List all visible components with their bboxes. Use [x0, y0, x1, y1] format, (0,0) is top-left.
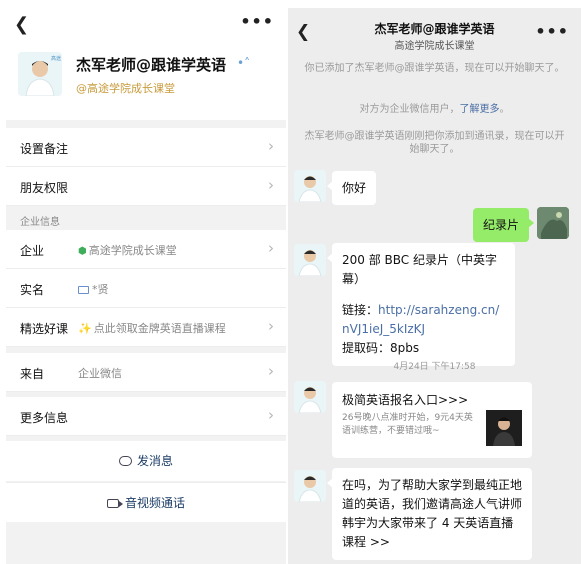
- enterprise-section-title: 企业信息: [20, 217, 60, 228]
- contact-name: 杰军老师@跟谁学英语: [76, 56, 227, 74]
- system-message-contact: 杰军老师@跟谁学英语刚刚把你添加到通讯录，现在可以开始聊天了。: [304, 131, 565, 155]
- friend-permission-row[interactable]: 朋友权限 ›: [6, 167, 286, 206]
- more-icon[interactable]: •••: [240, 12, 274, 31]
- video-call-button[interactable]: 音视频通话: [6, 482, 286, 522]
- chevron-right-icon: ›: [268, 362, 274, 380]
- featured-course-label: 精选好课: [20, 322, 69, 336]
- extraction-code: 提取码：8pbs: [342, 341, 420, 355]
- video-call-label: 音视频通话: [124, 496, 185, 510]
- realname-row: 实名 *贤: [6, 269, 286, 308]
- teacher-avatar[interactable]: [294, 381, 326, 413]
- chevron-right-icon: ›: [268, 137, 274, 155]
- system-message-enterprise: 对方为企业微信用户，了解更多。: [302, 103, 567, 116]
- set-remark-row[interactable]: 设置备注 ›: [6, 128, 286, 167]
- send-message-label: 发消息: [136, 454, 173, 468]
- learn-more-link[interactable]: 了解更多: [460, 104, 500, 115]
- message-bubble-documentary[interactable]: 200 部 BBC 纪录片（中英字幕） 链接：http://sarahzeng.…: [327, 243, 515, 366]
- enterprise-row[interactable]: 企业 ⬢ 高途学院成长课堂 ›: [6, 230, 286, 269]
- back-icon[interactable]: ❮: [14, 14, 29, 35]
- chevron-right-icon: ›: [268, 239, 274, 257]
- id-card-icon: [78, 286, 89, 294]
- link-label: 链接：: [342, 303, 379, 317]
- profile-topbar: ❮ •••: [6, 8, 286, 42]
- documentary-link-cont[interactable]: nVJ1ieJ_5kIzKJ: [342, 320, 505, 339]
- chevron-right-icon: ›: [268, 317, 274, 335]
- realname-label: 实名: [20, 283, 45, 297]
- chevron-right-icon: ›: [268, 406, 274, 424]
- send-message-button[interactable]: 发消息: [6, 441, 286, 481]
- enterprise-value: 高途学院成长课堂: [88, 244, 177, 257]
- friend-permission-label: 朋友权限: [20, 181, 69, 195]
- my-avatar[interactable]: [537, 207, 569, 239]
- sparkle-icon: ✨: [78, 322, 92, 335]
- video-camera-icon: [106, 499, 123, 508]
- featured-course-row[interactable]: 精选好课 ✨ 点此领取金牌英语直播课程 ›: [6, 308, 286, 347]
- documentary-link[interactable]: http://sarahzeng.cn/: [378, 303, 499, 317]
- teacher-avatar[interactable]: [294, 170, 326, 202]
- contact-profile-panel: ❮ ••• 高途 杰军老师@跟谁学英语 •˄ @高途学院成长课堂 设置备注 › …: [6, 8, 286, 564]
- message-bubble[interactable]: 你好: [326, 171, 377, 205]
- more-info-label: 更多信息: [20, 411, 69, 425]
- profile-header: 高途 杰军老师@跟谁学英语 •˄ @高途学院成长课堂: [6, 42, 286, 120]
- verified-shield-icon: ⬢: [78, 246, 87, 257]
- chat-bubble-icon: [118, 456, 132, 466]
- set-remark-label: 设置备注: [20, 142, 69, 156]
- system-message-added: 你已添加了杰军老师@跟谁学英语，现在可以开始聊天了。: [304, 63, 565, 74]
- svg-text:高途: 高途: [51, 55, 61, 62]
- signup-link-card[interactable]: 极简英语报名入口>>> 26号晚八点准时开始，9元4天英语训练营，不要错过哦~: [332, 382, 532, 458]
- source-label: 来自: [20, 367, 45, 381]
- message-timestamp: 4月24日 下午17:58: [393, 362, 476, 372]
- featured-course-value: 点此领取金牌英语直播课程: [93, 322, 226, 335]
- message-bubble-invite[interactable]: 在吗，为了帮助大家学到最纯正地道的英语，我们邀请高途人气讲师韩宇为大家带来了 4…: [327, 468, 532, 560]
- documentary-title: 200 部 BBC 纪录片（中英字幕）: [342, 253, 497, 286]
- teacher-avatar[interactable]: [294, 470, 326, 502]
- more-icon[interactable]: •••: [535, 22, 569, 41]
- chevron-right-icon: ›: [268, 176, 274, 194]
- avatar[interactable]: 高途: [18, 52, 62, 96]
- realname-value: *贤: [92, 283, 109, 296]
- more-info-row[interactable]: 更多信息 ›: [6, 397, 286, 436]
- contact-company: @高途学院成长课堂: [76, 82, 175, 95]
- teacher-avatar[interactable]: [294, 244, 326, 276]
- system-enterprise-suffix: 。: [499, 104, 510, 115]
- source-row[interactable]: 来自 企业微信 ›: [6, 353, 286, 392]
- card-description: 26号晚八点准时开始，9元4天英语训练营，不要错过哦~: [342, 413, 473, 436]
- enterprise-label: 企业: [20, 244, 45, 258]
- source-value: 企业微信: [78, 367, 122, 380]
- card-title: 极简英语报名入口>>>: [342, 393, 469, 407]
- card-thumbnail: [486, 410, 522, 446]
- person-badge-icon: •˄: [237, 56, 251, 70]
- my-message-bubble[interactable]: 纪录片: [472, 208, 535, 242]
- chat-panel: ❮ 杰军老师@跟谁学英语 高途学院成长课堂 ••• 你已添加了杰军老师@跟谁学英…: [288, 8, 581, 564]
- system-enterprise-prefix: 对方为企业微信用户，: [359, 104, 460, 115]
